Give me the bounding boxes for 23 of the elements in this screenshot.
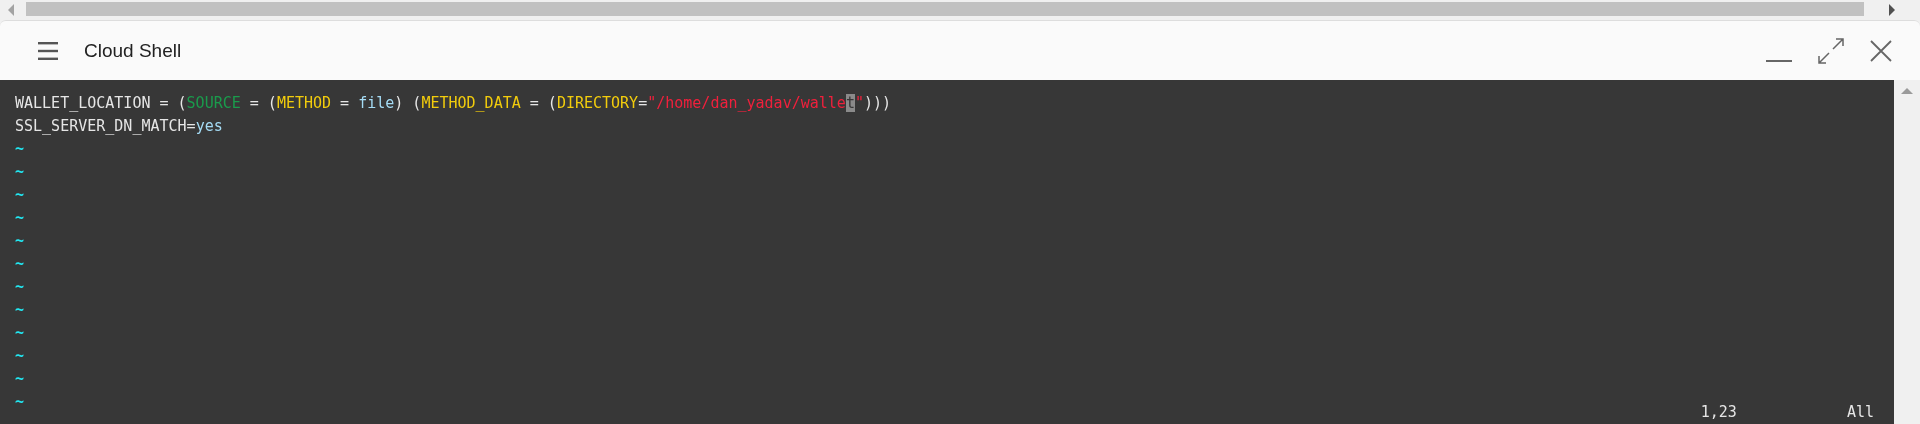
empty-line-marker: ~ <box>15 209 25 227</box>
menu-icon[interactable] <box>38 41 58 60</box>
scrollbar-thumb[interactable] <box>26 2 1864 16</box>
close-icon[interactable] <box>1870 39 1892 62</box>
empty-line-marker: ~ <box>15 163 25 181</box>
window-title: Cloud Shell <box>84 39 182 62</box>
empty-line-marker: ~ <box>15 324 25 342</box>
code-line: SSL_SERVER_DN_MATCH=yes <box>15 116 224 137</box>
empty-line-marker: ~ <box>15 370 25 388</box>
empty-line-marker: ~ <box>15 301 25 319</box>
empty-line-marker: ~ <box>15 393 25 411</box>
cursor-position: 1,23 <box>1700 402 1737 423</box>
scroll-position: All <box>1846 402 1874 423</box>
empty-line-marker: ~ <box>15 140 25 158</box>
code-line: WALLET_LOCATION = (SOURCE = (METHOD = file) (METHOD_DATA = (DIRECTORY="/home/dan_yadav/wallet"))) <box>15 93 893 114</box>
empty-line-marker: ~ <box>15 186 25 204</box>
empty-line-marker: ~ <box>15 232 25 250</box>
terminal[interactable]: WALLET_LOCATION = (SOURCE = (METHOD = file) (METHOD_DATA = (DIRECTORY="/home/dan_yadav/wallet"))) SSL_SERVER_DN_MATCH=yes ~ ~ ~ ~ ~ ~ ~ ~ ~ ~ ~ ~ 1,23 All <box>0 80 1894 424</box>
empty-line-marker: ~ <box>15 278 25 296</box>
empty-line-marker: ~ <box>15 347 25 365</box>
empty-line-marker: ~ <box>15 255 25 273</box>
minimize-icon[interactable] <box>1766 60 1792 63</box>
expand-icon[interactable] <box>1818 37 1844 64</box>
